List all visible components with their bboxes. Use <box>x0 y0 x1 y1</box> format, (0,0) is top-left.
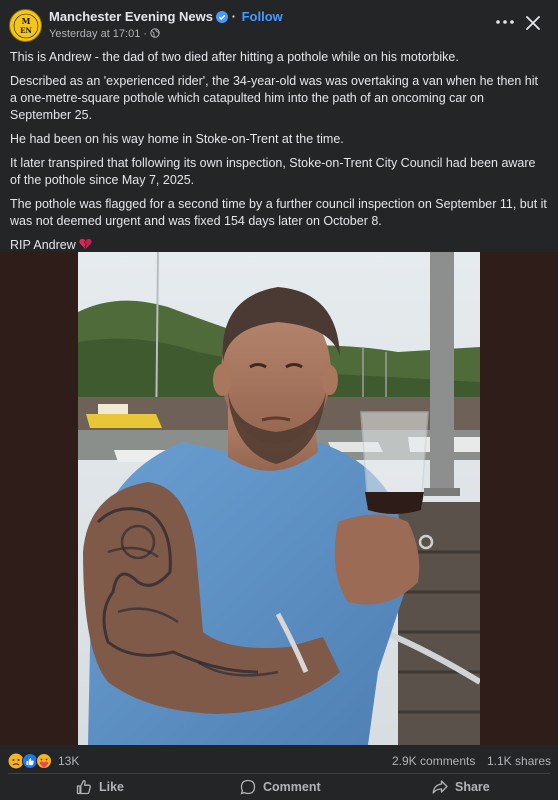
care-reaction-icon <box>36 753 52 769</box>
comment-icon <box>240 779 256 795</box>
globe-icon <box>150 28 160 40</box>
post-timestamp[interactable]: Yesterday at 17:01 <box>49 28 140 40</box>
comment-label: Comment <box>263 780 321 794</box>
post-meta: Yesterday at 17:01 · <box>49 28 160 40</box>
post-body: This is Andrew - the dad of two died aft… <box>10 49 548 261</box>
close-icon <box>526 16 540 30</box>
share-button[interactable]: Share <box>432 774 490 800</box>
follow-button[interactable]: Follow <box>242 9 283 24</box>
sad-reaction-icon <box>8 753 24 769</box>
post-photo[interactable] <box>78 252 480 745</box>
post-paragraph: He had been on his way home in Stoke-on-… <box>10 132 344 146</box>
verified-badge-icon <box>216 11 228 26</box>
follow-separator: · <box>231 9 236 24</box>
comments-count[interactable]: 2.9K comments <box>392 754 475 768</box>
reaction-icons[interactable] <box>8 753 56 769</box>
men-logo-icon: M EN <box>13 13 38 38</box>
like-reaction-icon <box>22 753 38 769</box>
broken-heart-icon <box>79 238 92 252</box>
post-paragraph: This is Andrew - the dad of two died aft… <box>10 50 459 64</box>
page-avatar[interactable]: M EN <box>9 9 42 42</box>
like-label: Like <box>99 780 125 794</box>
close-button[interactable] <box>522 12 544 34</box>
rip-text: RIP Andrew <box>10 238 76 252</box>
reactions-count[interactable]: 13K <box>58 754 79 768</box>
share-label: Share <box>455 780 490 794</box>
shares-count[interactable]: 1.1K shares <box>487 754 551 768</box>
share-icon <box>432 780 448 794</box>
photo-man-with-drink <box>78 252 480 745</box>
post-stats: 13K 2.9K comments 1.1K shares <box>0 745 558 773</box>
post-paragraph: The pothole was flagged for a second tim… <box>10 197 547 228</box>
comment-button[interactable]: Comment <box>240 774 321 800</box>
meta-separator: · <box>143 28 148 40</box>
like-button[interactable]: Like <box>76 774 124 800</box>
page-name-link[interactable]: Manchester Evening News <box>49 9 213 24</box>
page-name-line: Manchester Evening News · Follow <box>49 9 283 26</box>
post-paragraph: It later transpired that following its o… <box>10 156 536 187</box>
more-options-button[interactable] <box>493 12 517 32</box>
post-media[interactable] <box>0 252 558 745</box>
ellipsis-icon <box>496 20 514 24</box>
post-actions: Like Comment Share <box>0 774 558 800</box>
post-paragraph: Described as an 'experienced rider', the… <box>10 74 538 122</box>
post-header: M EN Manchester Evening News · Follow Ye… <box>0 0 558 48</box>
svg-text:EN: EN <box>20 26 32 35</box>
thumbs-up-icon <box>76 780 91 795</box>
svg-text:M: M <box>21 16 30 26</box>
